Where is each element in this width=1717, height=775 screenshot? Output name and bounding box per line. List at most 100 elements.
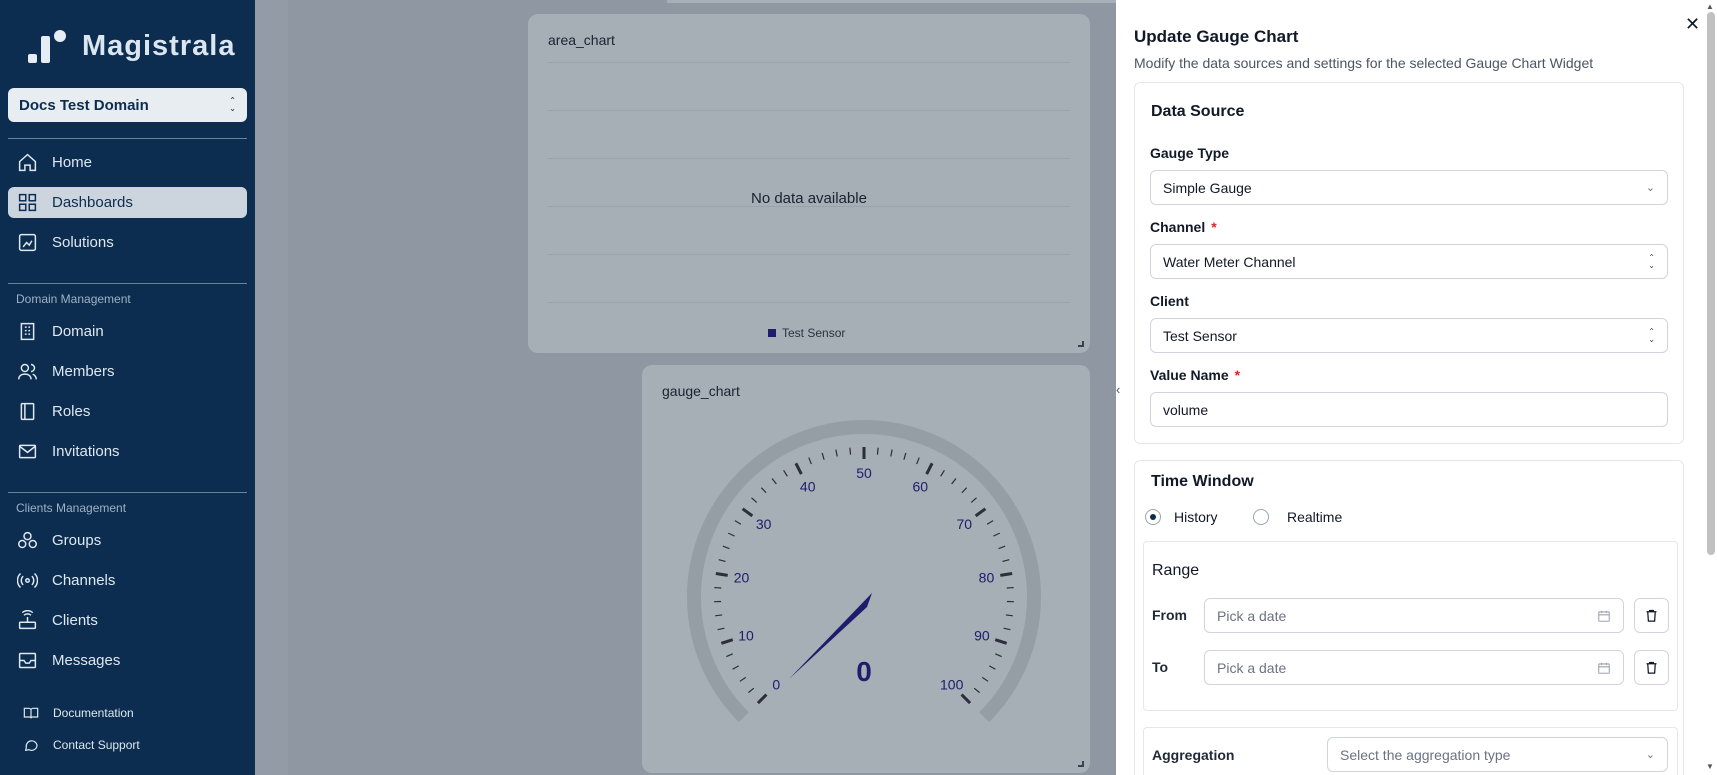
calendar-icon [1598, 662, 1610, 674]
no-data-text: No data available [751, 190, 867, 207]
logo-mark-icon [26, 28, 72, 64]
gauge-minor-tick [783, 470, 788, 477]
gauge-minor-tick [961, 487, 968, 494]
sidebar-item-label: Home [52, 154, 93, 171]
realtime-radio[interactable] [1253, 509, 1269, 525]
gauge-major-tick [741, 507, 754, 518]
sidebar-item-home[interactable]: Home [8, 147, 247, 178]
resize-handle[interactable] [1078, 341, 1084, 347]
building-icon [20, 322, 35, 341]
gauge-tick-label: 20 [734, 570, 750, 586]
client-value: Test Sensor [1163, 327, 1237, 344]
resize-handle[interactable] [1078, 761, 1084, 767]
close-icon[interactable]: ✕ [1685, 14, 1700, 35]
mail-icon [18, 444, 37, 459]
gauge-minor-tick [995, 653, 1002, 658]
gauge-minor-tick [951, 478, 957, 485]
router-icon [18, 610, 37, 630]
chevron-updown-icon: ⌃ ⌄ [229, 96, 236, 113]
gauge-tick-label: 100 [940, 677, 964, 693]
aggregation-select[interactable]: Select the aggregation type ⌄ [1327, 737, 1668, 772]
clear-from-date-button[interactable] [1634, 598, 1669, 633]
brand-logo[interactable]: Magistrala [26, 28, 235, 64]
collapse-panel-icon[interactable]: ‹ [1116, 382, 1120, 397]
gauge-minor-tick [1005, 614, 1013, 617]
sidebar-item-dashboards[interactable]: Dashboards [8, 187, 247, 218]
gauge-type-label: Gauge Type [1150, 145, 1230, 161]
legend-label: Test Sensor [782, 326, 846, 340]
gauge-minor-tick [808, 457, 812, 465]
area-chart-widget[interactable]: area_chart No data available Test Sensor [528, 14, 1090, 353]
gauge-major-tick [1000, 572, 1013, 577]
sidebar-item-clients[interactable]: Clients [8, 605, 247, 636]
gauge-tick-label: 90 [974, 627, 990, 643]
gauge-minor-tick [771, 478, 777, 485]
sidebar-item-invitations[interactable]: Invitations [8, 436, 247, 467]
clear-to-date-button[interactable] [1634, 650, 1669, 685]
gauge-minor-tick [821, 452, 825, 460]
aggregation-placeholder: Select the aggregation type [1340, 746, 1511, 763]
sidebar-item-roles[interactable]: Roles [8, 396, 247, 427]
sidebar-item-solutions[interactable]: Solutions [8, 227, 247, 258]
scroll-down-arrow[interactable]: ▼ [1706, 762, 1714, 771]
gauge-minor-tick [717, 627, 725, 631]
gauge-type-select[interactable]: Simple Gauge ⌄ [1150, 170, 1668, 205]
brand-name: Magistrala [82, 29, 236, 62]
channel-select[interactable]: Water Meter Channel ⌃ ⌄ [1150, 244, 1668, 279]
trash-icon [1646, 609, 1657, 622]
gauge-minor-tick [981, 676, 989, 682]
value-name-input[interactable]: volume [1150, 392, 1668, 427]
gauge-minor-tick [970, 497, 977, 503]
sidebar-item-messages[interactable]: Messages [8, 645, 247, 676]
sidebar-item-domain[interactable]: Domain [8, 316, 247, 347]
sidebar-item-groups[interactable]: Groups [8, 525, 247, 556]
to-date-input[interactable]: Pick a date [1204, 650, 1624, 685]
sidebar-item-label: Channels [52, 572, 116, 589]
gauge-chart-widget[interactable]: gauge_chart 0 10 20 30 40 50 60 70 80 90 100 0 [642, 365, 1090, 773]
panel-scrollbar[interactable] [1707, 12, 1715, 555]
gauge-minor-tick [849, 447, 852, 455]
chevron-updown-icon: ⌃ ⌄ [1648, 326, 1655, 344]
chat-icon [24, 740, 38, 752]
gauge-minor-tick [726, 653, 733, 658]
gauge-major-tick [925, 462, 934, 475]
to-date-placeholder: Pick a date [1217, 659, 1287, 676]
domain-select-value: Docs Test Domain [19, 96, 149, 114]
gauge-tick-label: 80 [979, 570, 995, 586]
footer-contact-support[interactable]: Contact Support [8, 733, 140, 757]
scroll-up-arrow[interactable]: ▲ [1706, 2, 1714, 11]
gauge-minor-tick [903, 452, 907, 460]
sidebar-item-channels[interactable]: Channels [8, 565, 247, 596]
sidebar-item-label: Members [52, 363, 115, 380]
channel-label: Channel * [1150, 219, 1217, 235]
section-title: Data Source [1151, 103, 1245, 120]
gauge-minor-tick [748, 687, 755, 694]
solutions-icon [18, 233, 37, 252]
grid-line [548, 254, 1070, 255]
gauge-value: 0 [856, 656, 872, 687]
home-icon [18, 153, 37, 172]
gauge-major-tick [715, 572, 728, 577]
sidebar: Magistrala Docs Test Domain ⌃ ⌄ Home Dash… [0, 0, 255, 775]
sidebar-item-label: Dashboards [52, 194, 133, 211]
update-widget-panel: Update Gauge Chart Modify the data sourc… [1116, 0, 1717, 775]
value-name-value: volume [1163, 401, 1209, 418]
domain-select[interactable]: Docs Test Domain ⌃ ⌄ [8, 88, 247, 122]
from-date-input[interactable]: Pick a date [1204, 598, 1624, 633]
gauge-major-tick [994, 638, 1008, 645]
history-radio[interactable] [1145, 509, 1161, 525]
gauge-minor-tick [751, 497, 758, 503]
gauge-minor-tick [986, 520, 994, 525]
gauge-tick-label: 30 [756, 516, 772, 532]
gauge-minor-tick [732, 665, 739, 670]
gauge-minor-tick [916, 457, 920, 465]
sidebar-item-label: Messages [52, 652, 121, 669]
gauge-minor-tick [722, 545, 730, 550]
divider [8, 492, 247, 493]
sidebar-item-members[interactable]: Members [8, 356, 247, 387]
client-select[interactable]: Test Sensor ⌃ ⌄ [1150, 318, 1668, 353]
gauge-minor-tick [993, 532, 1000, 537]
calendar-icon [1598, 610, 1610, 622]
gauge-tick-label: 0 [772, 677, 780, 693]
footer-documentation[interactable]: Documentation [8, 701, 134, 725]
